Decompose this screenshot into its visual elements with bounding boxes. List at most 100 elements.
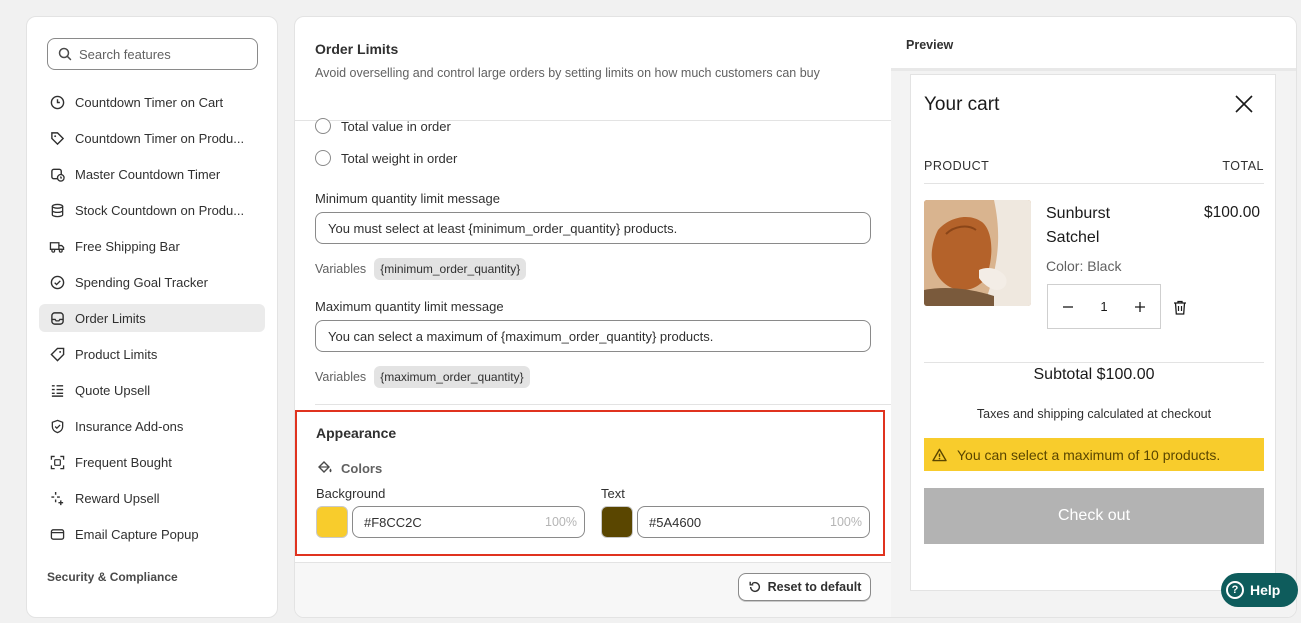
tag-outline-icon xyxy=(49,346,65,362)
column-product: PRODUCT xyxy=(924,159,990,173)
sidebar-item-spending-goal-tracker[interactable]: Spending Goal Tracker xyxy=(39,268,265,296)
text-hex: #5A4600 xyxy=(649,514,702,530)
sidebar-item-stock-countdown[interactable]: Stock Countdown on Produ... xyxy=(39,196,265,224)
sidebar-item-label: Product Limits xyxy=(75,346,158,362)
sidebar-item-label: Order Limits xyxy=(75,310,146,326)
appearance-title: Appearance xyxy=(316,425,397,441)
sidebar-item-label: Spending Goal Tracker xyxy=(75,274,208,290)
divider xyxy=(924,362,1264,363)
search-placeholder: Search features xyxy=(79,46,171,62)
taxes-note: Taxes and shipping calculated at checkou… xyxy=(976,407,1212,421)
help-button[interactable]: ? Help xyxy=(1221,573,1298,607)
radio-button[interactable] xyxy=(315,150,331,166)
radio-button[interactable] xyxy=(315,118,331,134)
product-name[interactable]: Sunburst Satchel xyxy=(1046,202,1156,250)
warning-icon xyxy=(932,448,947,461)
minus-icon[interactable] xyxy=(1062,301,1074,313)
max-variables: Variables {maximum_order_quantity} xyxy=(315,366,530,388)
product-price: $100.00 xyxy=(1204,204,1261,221)
text-opacity: 100% xyxy=(830,515,862,529)
preview-title: Preview xyxy=(906,38,954,52)
shield-check-icon xyxy=(49,418,65,434)
sidebar-item-order-limits[interactable]: Order Limits xyxy=(39,304,265,332)
max-message-label: Maximum quantity limit message xyxy=(315,299,504,314)
column-total: TOTAL xyxy=(1222,159,1264,173)
calendar-clock-icon xyxy=(49,166,65,182)
list-icon xyxy=(49,382,65,398)
paint-bucket-icon xyxy=(318,461,332,473)
sidebar-section-security[interactable]: Security & Compliance xyxy=(47,570,178,584)
background-color-label: Background xyxy=(316,486,386,501)
background-hex: #F8CC2C xyxy=(364,514,422,530)
sidebar: Search features Countdown Timer on Cart … xyxy=(26,16,278,618)
cart-column-headers: PRODUCT TOTAL xyxy=(924,159,1264,173)
quantity-value[interactable]: 1 xyxy=(1100,299,1107,314)
text-color-label: Text xyxy=(601,486,625,501)
radio-label: Total weight in order xyxy=(341,150,458,166)
main-card: Order Limits Avoid overselling and contr… xyxy=(294,16,1297,618)
text-color-input[interactable]: #5A4600 100% xyxy=(637,506,870,538)
reset-to-default-button[interactable]: Reset to default xyxy=(738,573,871,601)
radio-total-weight[interactable]: Total weight in order xyxy=(315,150,457,166)
sidebar-item-quote-upsell[interactable]: Quote Upsell xyxy=(39,376,265,404)
sidebar-item-label: Countdown Timer on Cart xyxy=(75,94,224,110)
sidebar-item-master-countdown-timer[interactable]: Master Countdown Timer xyxy=(39,160,265,188)
check-circle-icon xyxy=(49,274,65,290)
sidebar-item-label: Countdown Timer on Produ... xyxy=(75,130,245,146)
warning-text: You can select a maximum of 10 products. xyxy=(957,446,1221,463)
variable-chip[interactable]: {maximum_order_quantity} xyxy=(374,366,530,388)
cart-title: Your cart xyxy=(924,94,1000,115)
mail-icon xyxy=(49,526,65,542)
section-description: Avoid overselling and control large orde… xyxy=(315,66,820,80)
question-icon: ? xyxy=(1226,581,1244,599)
sidebar-item-label: Free Shipping Bar xyxy=(75,238,180,254)
sidebar-item-countdown-timer-product[interactable]: Countdown Timer on Produ... xyxy=(39,124,265,152)
sidebar-item-label: Stock Countdown on Produ... xyxy=(75,202,245,218)
radio-total-value[interactable]: Total value in order xyxy=(315,118,451,134)
min-variables: Variables {minimum_order_quantity} xyxy=(315,258,527,280)
variable-chip[interactable]: {minimum_order_quantity} xyxy=(374,258,527,280)
close-icon[interactable] xyxy=(1235,95,1253,113)
sparkle-icon xyxy=(49,490,65,506)
search-input[interactable]: Search features xyxy=(47,38,258,70)
sidebar-item-reward-upsell[interactable]: Reward Upsell xyxy=(39,484,265,512)
sidebar-item-countdown-timer-cart[interactable]: Countdown Timer on Cart xyxy=(39,88,265,116)
trash-icon[interactable] xyxy=(1173,300,1187,315)
variables-label: Variables xyxy=(315,262,367,276)
sidebar-item-label: Master Countdown Timer xyxy=(75,166,221,182)
scan-icon xyxy=(49,454,65,470)
sidebar-item-free-shipping-bar[interactable]: Free Shipping Bar xyxy=(39,232,265,260)
min-message-input[interactable]: You must select at least {minimum_order_… xyxy=(315,212,871,244)
inbox-icon xyxy=(49,310,65,326)
background-color-swatch[interactable] xyxy=(316,506,348,538)
colors-label: Colors xyxy=(341,460,383,476)
variables-label: Variables xyxy=(315,370,367,384)
cart-preview: Your cart PRODUCT TOTAL Sunburst Satchel… xyxy=(910,74,1276,591)
quantity-stepper: 1 xyxy=(1047,284,1161,329)
search-icon xyxy=(58,47,72,61)
help-label: Help xyxy=(1250,582,1281,598)
sidebar-item-product-limits[interactable]: Product Limits xyxy=(39,340,265,368)
sidebar-item-label: Frequent Bought xyxy=(75,454,172,470)
background-opacity: 100% xyxy=(545,515,577,529)
truck-icon xyxy=(49,238,65,254)
max-message-input[interactable]: You can select a maximum of {maximum_ord… xyxy=(315,320,871,352)
checkout-button[interactable]: Check out xyxy=(924,488,1264,544)
section-title: Order Limits xyxy=(315,41,399,57)
sidebar-item-label: Quote Upsell xyxy=(75,382,151,398)
background-color-input[interactable]: #F8CC2C 100% xyxy=(352,506,585,538)
plus-icon[interactable] xyxy=(1134,301,1146,313)
limit-warning-banner: You can select a maximum of 10 products. xyxy=(924,438,1264,471)
reset-label: Reset to default xyxy=(767,580,862,594)
min-message-label: Minimum quantity limit message xyxy=(315,191,500,206)
sidebar-item-frequent-bought[interactable]: Frequent Bought xyxy=(39,448,265,476)
sidebar-item-label: Insurance Add-ons xyxy=(75,418,184,434)
product-image xyxy=(924,200,1031,306)
sidebar-item-email-capture-popup[interactable]: Email Capture Popup xyxy=(39,520,265,548)
sidebar-item-insurance-addons[interactable]: Insurance Add-ons xyxy=(39,412,265,440)
divider xyxy=(315,404,891,405)
text-color-swatch[interactable] xyxy=(601,506,633,538)
sidebar-item-label: Email Capture Popup xyxy=(75,526,199,542)
preview-header: Preview xyxy=(891,17,1296,71)
subtotal: Subtotal $100.00 xyxy=(1033,366,1155,383)
